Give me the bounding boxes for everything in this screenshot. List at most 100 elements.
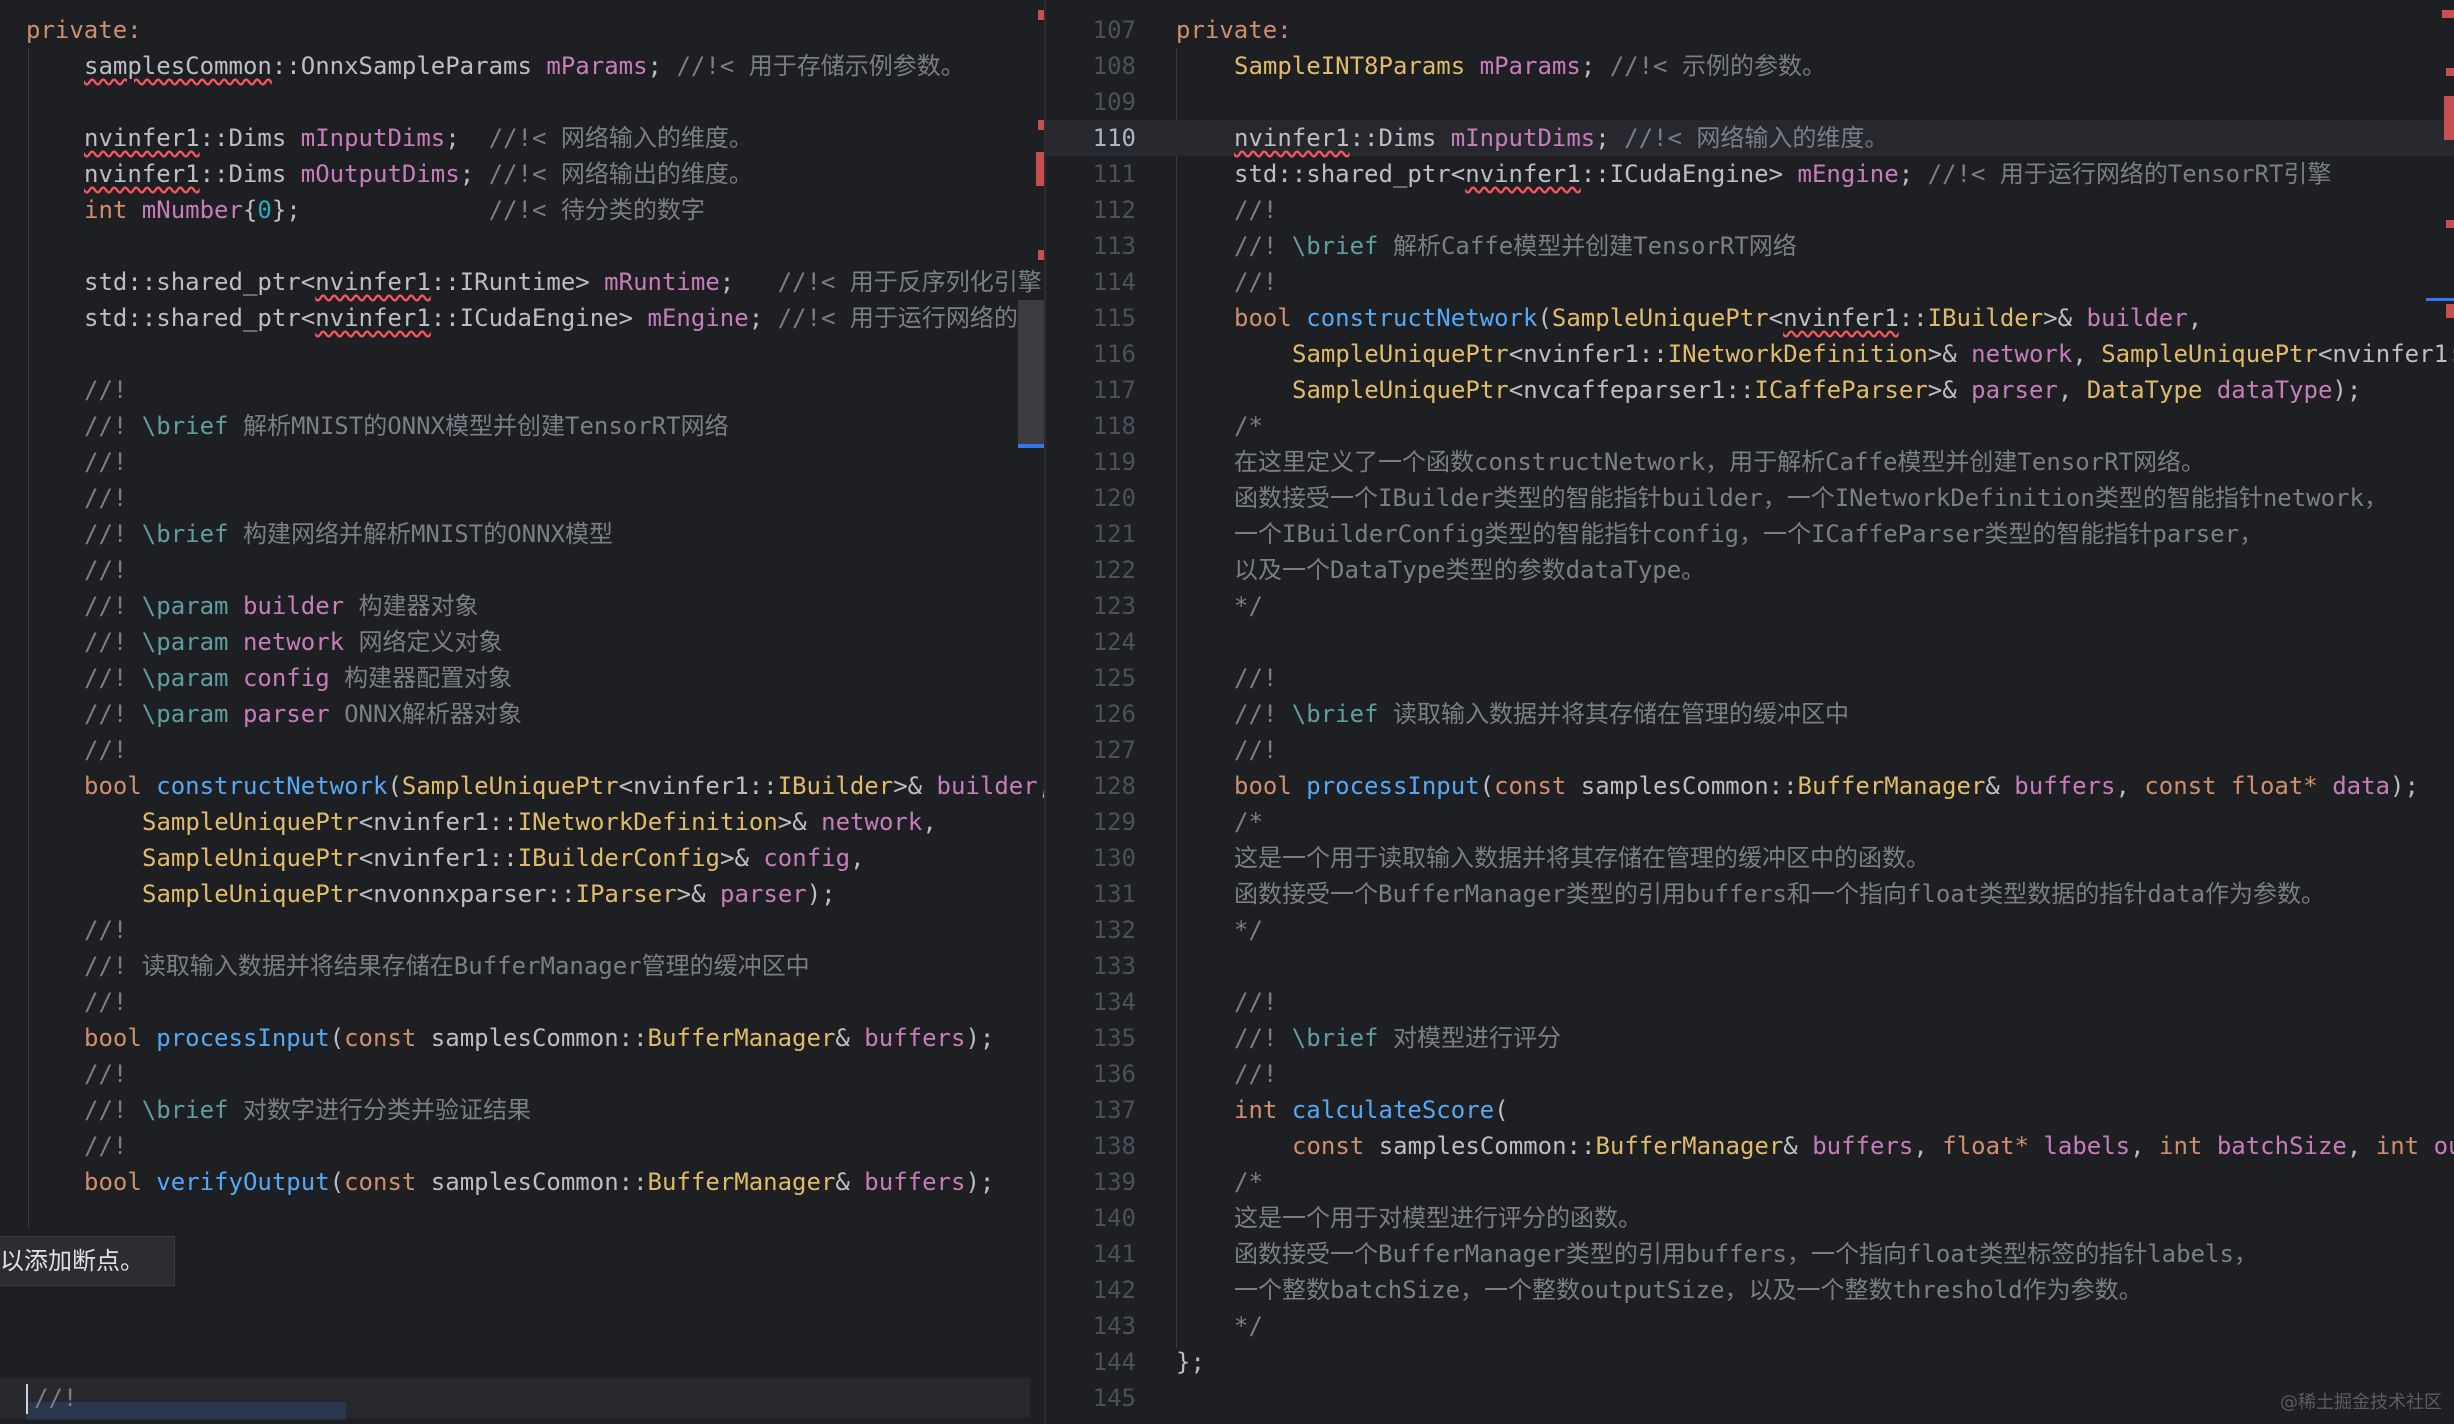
code-line[interactable]: bool verifyOutput(const samplesCommon::B… bbox=[0, 1164, 1046, 1200]
code-line[interactable]: 139 /* bbox=[1046, 1164, 2454, 1200]
code-line[interactable]: 143 */ bbox=[1046, 1308, 2454, 1344]
code-line[interactable]: 108 SampleINT8Params mParams; //!< 示例的参数。 bbox=[1046, 48, 2454, 84]
line-number[interactable]: 145 bbox=[1046, 1380, 1136, 1416]
code-line[interactable]: 130 这是一个用于读取输入数据并将其存储在管理的缓冲区中的函数。 bbox=[1046, 840, 2454, 876]
code-line[interactable]: //! bbox=[0, 912, 1046, 948]
left-editor-pane[interactable]: private: samplesCommon::OnnxSampleParams … bbox=[0, 0, 1046, 1424]
code-line[interactable]: std::shared_ptr<nvinfer1::ICudaEngine> m… bbox=[0, 300, 1046, 336]
code-line[interactable]: 122 以及一个DataType类型的参数dataType。 bbox=[1046, 552, 2454, 588]
code-line[interactable] bbox=[0, 228, 1046, 264]
line-number[interactable]: 126 bbox=[1046, 696, 1136, 732]
code-line[interactable]: 131 函数接受一个BufferManager类型的引用buffers和一个指向f… bbox=[1046, 876, 2454, 912]
code-line[interactable]: 140 这是一个用于对模型进行评分的函数。 bbox=[1046, 1200, 2454, 1236]
line-number[interactable]: 123 bbox=[1046, 588, 1136, 624]
code-line[interactable]: 134 //! bbox=[1046, 984, 2454, 1020]
line-number[interactable]: 114 bbox=[1046, 264, 1136, 300]
error-stripe-marker[interactable] bbox=[1036, 152, 1044, 186]
line-number[interactable]: 116 bbox=[1046, 336, 1136, 372]
scrollbar-thumb[interactable] bbox=[1018, 300, 1044, 448]
code-line[interactable]: 121 一个IBuilderConfig类型的智能指针config，一个ICaff… bbox=[1046, 516, 2454, 552]
code-line[interactable]: 117 SampleUniquePtr<nvcaffeparser1::ICaff… bbox=[1046, 372, 2454, 408]
line-number[interactable]: 135 bbox=[1046, 1020, 1136, 1056]
code-line[interactable]: //! bbox=[0, 372, 1046, 408]
line-number[interactable]: 107 bbox=[1046, 12, 1136, 48]
line-number[interactable]: 139 bbox=[1046, 1164, 1136, 1200]
code-line[interactable]: SampleUniquePtr<nvinfer1::INetworkDefini… bbox=[0, 804, 1046, 840]
code-line[interactable]: 120 函数接受一个IBuilder类型的智能指针builder，一个INetwo… bbox=[1046, 480, 2454, 516]
code-line[interactable]: 135 //! \brief 对模型进行评分 bbox=[1046, 1020, 2454, 1056]
line-number[interactable]: 118 bbox=[1046, 408, 1136, 444]
line-number[interactable]: 137 bbox=[1046, 1092, 1136, 1128]
code-line[interactable]: //! \brief 解析MNIST的ONNX模型并创建TensorRT网络 bbox=[0, 408, 1046, 444]
code-line[interactable]: samplesCommon::OnnxSampleParams mParams;… bbox=[0, 48, 1046, 84]
line-number[interactable]: 141 bbox=[1046, 1236, 1136, 1272]
code-line[interactable]: 137 int calculateScore( bbox=[1046, 1092, 2454, 1128]
code-line[interactable]: 142 一个整数batchSize，一个整数outputSize，以及一个整数th… bbox=[1046, 1272, 2454, 1308]
line-number[interactable]: 133 bbox=[1046, 948, 1136, 984]
code-line[interactable]: 110 nvinfer1::Dims mInputDims; //!< 网络输入的… bbox=[1046, 120, 2454, 156]
code-line[interactable]: 127 //! bbox=[1046, 732, 2454, 768]
code-line[interactable]: 128 bool processInput(const samplesCommon… bbox=[1046, 768, 2454, 804]
code-line[interactable]: bool constructNetwork(SampleUniquePtr<nv… bbox=[0, 768, 1046, 804]
line-number[interactable]: 129 bbox=[1046, 804, 1136, 840]
error-stripe-marker[interactable] bbox=[2442, 10, 2454, 18]
line-number[interactable]: 136 bbox=[1046, 1056, 1136, 1092]
code-line[interactable]: //! \param builder 构建器对象 bbox=[0, 588, 1046, 624]
code-line[interactable]: SampleUniquePtr<nvinfer1::IBuilderConfig… bbox=[0, 840, 1046, 876]
line-number[interactable]: 143 bbox=[1046, 1308, 1136, 1344]
code-line[interactable]: 116 SampleUniquePtr<nvinfer1::INetworkDef… bbox=[1046, 336, 2454, 372]
code-line[interactable]: 129 /* bbox=[1046, 804, 2454, 840]
code-line[interactable]: 125 //! bbox=[1046, 660, 2454, 696]
line-number[interactable]: 122 bbox=[1046, 552, 1136, 588]
line-number[interactable]: 130 bbox=[1046, 840, 1136, 876]
code-line[interactable]: 123 */ bbox=[1046, 588, 2454, 624]
code-line[interactable]: std::shared_ptr<nvinfer1::IRuntime> mRun… bbox=[0, 264, 1046, 300]
code-line[interactable]: //! 读取输入数据并将结果存储在BufferManager管理的缓冲区中 bbox=[0, 948, 1046, 984]
code-line[interactable]: //! bbox=[0, 444, 1046, 480]
code-line[interactable]: private: bbox=[0, 12, 1046, 48]
code-line[interactable] bbox=[0, 336, 1046, 372]
error-stripe-marker[interactable] bbox=[2446, 68, 2454, 76]
code-line[interactable]: //! bbox=[0, 552, 1046, 588]
error-stripe-marker[interactable] bbox=[2446, 220, 2454, 228]
line-number[interactable]: 113 bbox=[1046, 228, 1136, 264]
line-number[interactable]: 109 bbox=[1046, 84, 1136, 120]
code-line[interactable]: //! \param config 构建器配置对象 bbox=[0, 660, 1046, 696]
code-line[interactable]: 111 std::shared_ptr<nvinfer1::ICudaEngine… bbox=[1046, 156, 2454, 192]
left-code-area[interactable]: private: samplesCommon::OnnxSampleParams … bbox=[0, 12, 1046, 1200]
code-line[interactable]: SampleUniquePtr<nvonnxparser::IParser>& … bbox=[0, 876, 1046, 912]
code-line[interactable]: 119 在这里定义了一个函数constructNetwork，用于解析Caffe模… bbox=[1046, 444, 2454, 480]
line-number[interactable]: 142 bbox=[1046, 1272, 1136, 1308]
code-line[interactable]: 112 //! bbox=[1046, 192, 2454, 228]
line-number[interactable]: 108 bbox=[1046, 48, 1136, 84]
code-line[interactable] bbox=[0, 84, 1046, 120]
code-line[interactable]: //! \brief 构建网络并解析MNIST的ONNX模型 bbox=[0, 516, 1046, 552]
code-line[interactable]: int mNumber{0}; //!< 待分类的数字 bbox=[0, 192, 1046, 228]
code-line[interactable]: //! \param network 网络定义对象 bbox=[0, 624, 1046, 660]
code-line[interactable]: //! \brief 对数字进行分类并验证结果 bbox=[0, 1092, 1046, 1128]
right-editor-pane[interactable]: 107 private: 108 SampleINT8Params mParams; … bbox=[1046, 0, 2454, 1424]
code-line[interactable]: 114 //! bbox=[1046, 264, 2454, 300]
code-line[interactable]: 141 函数接受一个BufferManager类型的引用buffers，一个指向f… bbox=[1046, 1236, 2454, 1272]
error-stripe-marker[interactable] bbox=[2444, 96, 2454, 140]
code-line[interactable]: //! bbox=[0, 480, 1046, 516]
code-line[interactable]: 136 //! bbox=[1046, 1056, 2454, 1092]
code-line[interactable]: nvinfer1::Dims mOutputDims; //!< 网络输出的维度… bbox=[0, 156, 1046, 192]
line-number[interactable]: 117 bbox=[1046, 372, 1136, 408]
line-number[interactable]: 120 bbox=[1046, 480, 1136, 516]
line-number[interactable]: 119 bbox=[1046, 444, 1136, 480]
code-line[interactable]: //! bbox=[0, 732, 1046, 768]
code-line[interactable]: //! bbox=[0, 1128, 1046, 1164]
code-line[interactable]: 133 bbox=[1046, 948, 2454, 984]
error-stripe-marker[interactable] bbox=[2446, 304, 2454, 318]
line-number[interactable]: 112 bbox=[1046, 192, 1136, 228]
code-line[interactable]: 118 /* bbox=[1046, 408, 2454, 444]
code-line[interactable]: //! bbox=[0, 1056, 1046, 1092]
line-number[interactable]: 140 bbox=[1046, 1200, 1136, 1236]
code-line[interactable]: //! bbox=[0, 984, 1046, 1020]
code-line[interactable]: 107 private: bbox=[1046, 12, 2454, 48]
code-line[interactable]: 145 bbox=[1046, 1380, 2454, 1416]
line-number[interactable]: 131 bbox=[1046, 876, 1136, 912]
line-number[interactable]: 138 bbox=[1046, 1128, 1136, 1164]
code-line[interactable]: 144}; bbox=[1046, 1344, 2454, 1380]
